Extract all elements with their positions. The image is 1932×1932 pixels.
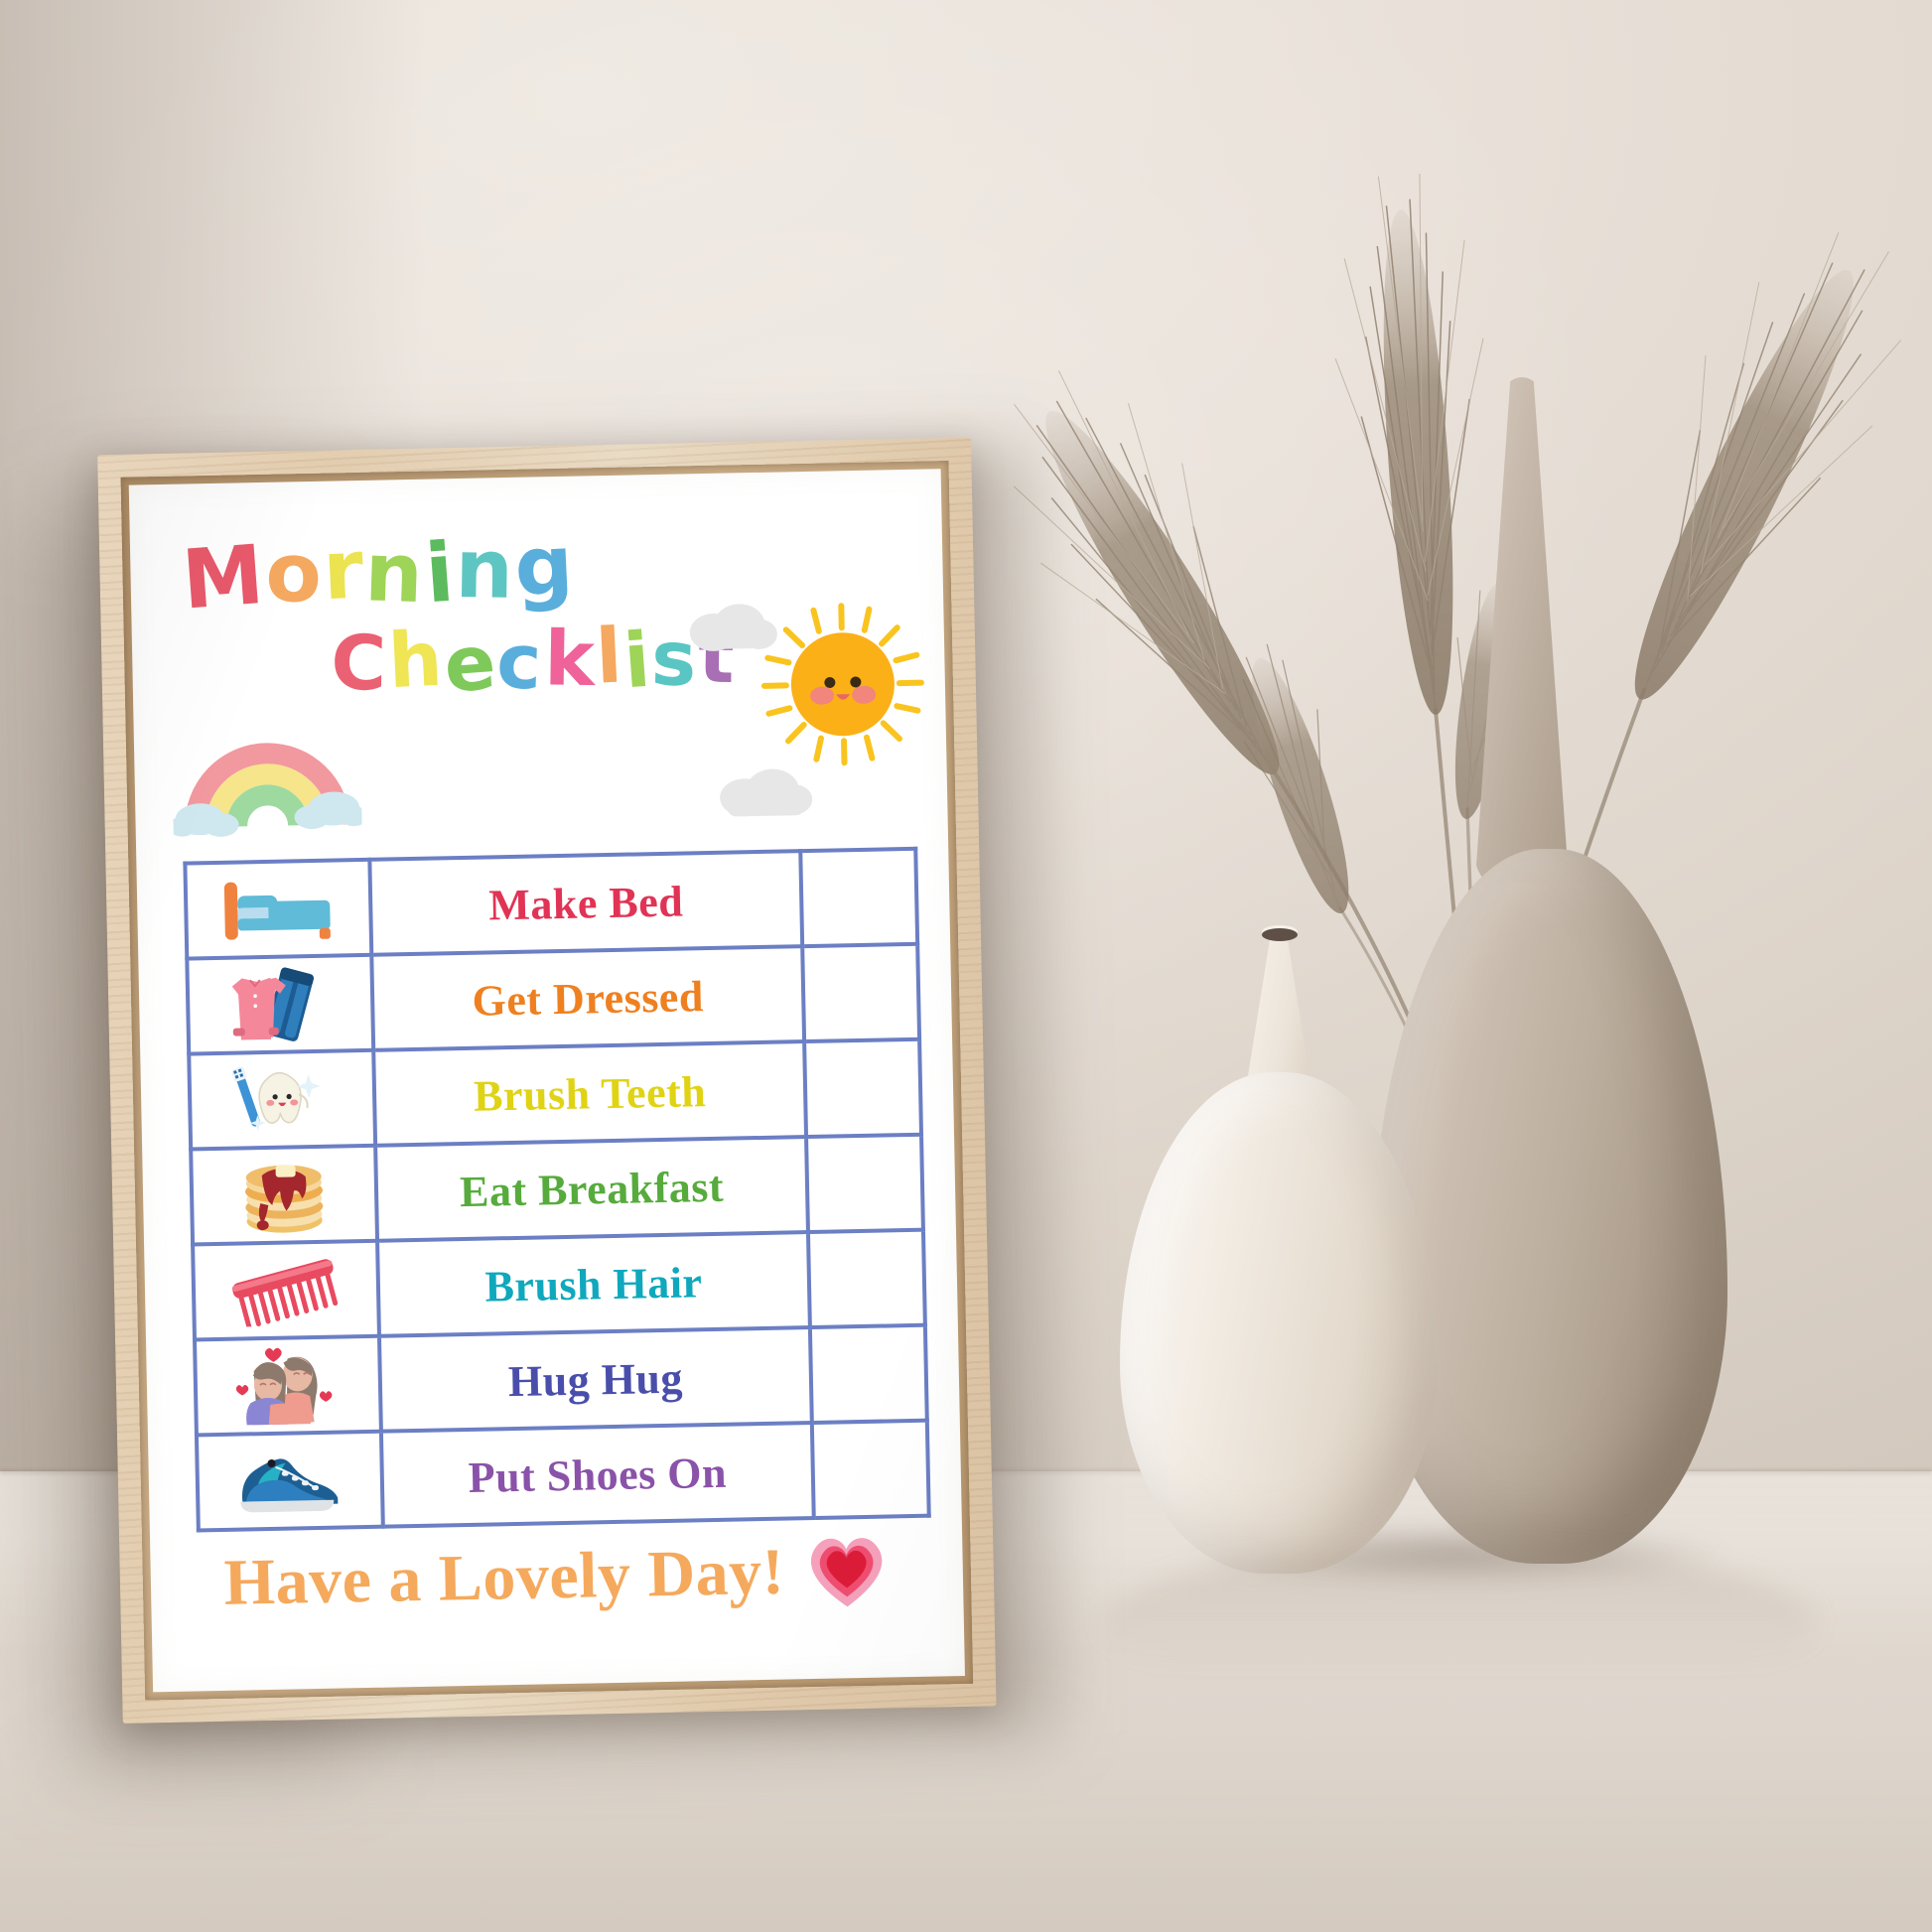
shoes-icon bbox=[240, 1458, 339, 1513]
task-icon-cell bbox=[193, 1240, 379, 1340]
title-letter: e bbox=[441, 617, 501, 710]
poster-footer: Have a Lovely Day! bbox=[150, 1529, 963, 1624]
task-icon-cell bbox=[187, 954, 374, 1054]
table-row[interactable]: Put Shoes On bbox=[196, 1420, 929, 1531]
task-label: Brush Teeth bbox=[473, 1066, 707, 1121]
title-letter: o bbox=[264, 525, 325, 621]
table-row[interactable]: Hug Hug bbox=[195, 1324, 927, 1436]
vase-floor-reflection bbox=[1102, 1549, 1817, 1698]
task-icon-cell bbox=[195, 1335, 381, 1436]
task-label-cell: Hug Hug bbox=[378, 1327, 812, 1432]
small-vase-mouth bbox=[1262, 928, 1298, 941]
title-letter: i bbox=[422, 525, 460, 622]
clothes-icon bbox=[231, 967, 315, 1041]
table-row[interactable]: Eat Breakfast bbox=[191, 1134, 923, 1245]
title-letter: M bbox=[179, 527, 269, 628]
task-icon-cell bbox=[191, 1145, 378, 1245]
task-label-cell: Eat Breakfast bbox=[375, 1137, 808, 1241]
task-label: Brush Hair bbox=[484, 1257, 703, 1311]
scene-root: Morning Checklist Make Bed Get Dressed B… bbox=[0, 0, 1932, 1932]
task-icon-cell bbox=[189, 1049, 376, 1150]
footer-text: Have a Lovely Day! bbox=[222, 1535, 785, 1619]
sun-icon bbox=[760, 603, 924, 766]
task-icon-cell bbox=[196, 1431, 383, 1531]
title-letter: n bbox=[454, 522, 516, 618]
task-label-cell: Brush Teeth bbox=[373, 1041, 807, 1146]
task-checkbox-cell[interactable] bbox=[806, 1134, 923, 1233]
task-checkbox-cell[interactable] bbox=[809, 1324, 927, 1424]
table-row[interactable]: Make Bed bbox=[185, 848, 918, 959]
hug-icon bbox=[235, 1347, 333, 1426]
task-label-cell: Get Dressed bbox=[371, 946, 805, 1050]
task-checkbox-cell[interactable] bbox=[804, 1038, 922, 1138]
title-letter: r bbox=[321, 522, 368, 620]
cloud-icon bbox=[720, 768, 813, 817]
task-label: Eat Breakfast bbox=[459, 1162, 725, 1216]
title-letter: k bbox=[543, 614, 598, 704]
table-row[interactable]: Brush Hair bbox=[193, 1229, 925, 1340]
rainbow-icon bbox=[171, 743, 362, 837]
title-letter: h bbox=[385, 614, 447, 706]
title-letter: g bbox=[512, 517, 578, 616]
bed-icon bbox=[223, 882, 331, 940]
checklist-table[interactable]: Make Bed Get Dressed Brush Teeth Eat Bre… bbox=[183, 847, 930, 1533]
heart-icon bbox=[811, 1538, 883, 1607]
task-checkbox-cell[interactable] bbox=[800, 848, 918, 947]
table-row[interactable]: Get Dressed bbox=[187, 943, 920, 1054]
pancakes-icon bbox=[245, 1165, 324, 1233]
task-label-cell: Put Shoes On bbox=[380, 1423, 814, 1527]
task-checkbox-cell[interactable] bbox=[807, 1229, 925, 1328]
poster-sheet: Morning Checklist Make Bed Get Dressed B… bbox=[128, 469, 965, 1693]
task-checkbox-cell[interactable] bbox=[802, 943, 920, 1042]
comb-icon bbox=[231, 1259, 339, 1327]
task-label-cell: Make Bed bbox=[369, 851, 803, 955]
task-label: Hug Hug bbox=[507, 1353, 684, 1406]
task-label-cell: Brush Hair bbox=[377, 1232, 810, 1336]
framed-poster[interactable]: Morning Checklist Make Bed Get Dressed B… bbox=[29, 437, 1055, 1767]
task-label: Get Dressed bbox=[472, 971, 705, 1026]
task-icon-cell bbox=[185, 859, 372, 959]
title-letter: C bbox=[330, 618, 389, 708]
table-row[interactable]: Brush Teeth bbox=[189, 1038, 922, 1150]
title-letter: n bbox=[363, 525, 427, 622]
tooth-toothbrush-icon bbox=[231, 1066, 321, 1132]
task-label: Put Shoes On bbox=[468, 1448, 728, 1502]
task-checkbox-cell[interactable] bbox=[811, 1420, 929, 1518]
title-letter: c bbox=[495, 617, 546, 707]
task-label: Make Bed bbox=[487, 877, 684, 929]
